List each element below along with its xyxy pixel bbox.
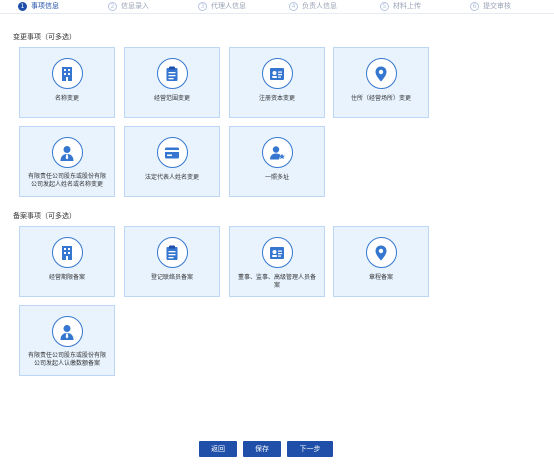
change-option-name[interactable]: 名称变更 bbox=[19, 47, 115, 118]
back-button[interactable]: 返回 bbox=[199, 441, 237, 457]
step-6: 6 提交审核 bbox=[470, 0, 511, 12]
card-label: 注册资本变更 bbox=[258, 95, 295, 102]
clipboard-icon bbox=[156, 58, 188, 89]
card-label: 住所（经营场所）变更 bbox=[350, 95, 411, 102]
step-6-number: 6 bbox=[470, 1, 479, 11]
person-icon bbox=[51, 137, 83, 168]
filing-option-subscription[interactable]: 有限责任公司股东或股份有限公司发起人认缴数额备案 bbox=[19, 305, 115, 376]
change-option-legal-rep-name[interactable]: 法定代表人姓名变更 bbox=[124, 126, 220, 197]
step-2: 2 信息录入 bbox=[108, 0, 149, 12]
filing-option-liaison[interactable]: 登记联络员备案 bbox=[124, 226, 220, 297]
location-pin-icon bbox=[365, 237, 397, 268]
card-icon bbox=[156, 137, 188, 168]
change-section-title: 变更事项（可多选） bbox=[13, 33, 76, 41]
card-label: 一照多址 bbox=[264, 174, 289, 181]
filing-option-articles[interactable]: 章程备案 bbox=[333, 226, 429, 297]
id-card-icon bbox=[261, 58, 293, 89]
user-star-icon bbox=[261, 137, 293, 168]
building-icon bbox=[51, 58, 83, 89]
clipboard-icon bbox=[156, 237, 188, 268]
step-3: 3 代理人信息 bbox=[198, 0, 246, 12]
change-option-business-scope[interactable]: 经营范围变更 bbox=[124, 47, 220, 118]
filing-option-directors[interactable]: 董事、监事、高级管理人员备案 bbox=[229, 226, 325, 297]
step-1-number: 1 bbox=[18, 1, 27, 11]
step-4: 4 负责人信息 bbox=[289, 0, 337, 12]
step-3-number: 3 bbox=[198, 1, 207, 11]
step-5-number: 5 bbox=[380, 1, 389, 11]
change-option-shareholder-name[interactable]: 有限责任公司股东或股份有限公司发起人姓名或名称变更 bbox=[19, 126, 115, 197]
card-label: 经营范围变更 bbox=[153, 95, 190, 102]
save-button[interactable]: 保存 bbox=[243, 441, 281, 457]
step-1: 1 事项信息 bbox=[18, 0, 59, 12]
card-label: 董事、监事、高级管理人员备案 bbox=[237, 274, 316, 289]
change-option-address[interactable]: 住所（经营场所）变更 bbox=[333, 47, 429, 118]
location-pin-icon bbox=[365, 58, 397, 89]
step-5: 5 材料上传 bbox=[380, 0, 421, 12]
step-4-label: 负责人信息 bbox=[302, 2, 337, 10]
step-4-number: 4 bbox=[289, 1, 298, 11]
step-1-label: 事项信息 bbox=[31, 2, 59, 10]
card-label: 章程备案 bbox=[368, 274, 393, 281]
change-option-registered-capital[interactable]: 注册资本变更 bbox=[229, 47, 325, 118]
card-label: 法定代表人姓名变更 bbox=[144, 174, 199, 181]
card-label: 名称变更 bbox=[54, 95, 79, 102]
filing-section-title: 备案事项（可多选） bbox=[13, 212, 76, 220]
card-label: 有限责任公司股东或股份有限公司发起人认缴数额备案 bbox=[27, 352, 106, 367]
step-2-number: 2 bbox=[108, 1, 117, 11]
change-option-multi-address[interactable]: 一照多址 bbox=[229, 126, 325, 197]
step-2-label: 信息录入 bbox=[121, 2, 149, 10]
building-icon bbox=[51, 237, 83, 268]
step-5-label: 材料上传 bbox=[393, 2, 421, 10]
id-card-icon bbox=[261, 237, 293, 268]
next-step-button[interactable]: 下一步 bbox=[287, 441, 333, 457]
step-3-label: 代理人信息 bbox=[211, 2, 246, 10]
person-icon bbox=[51, 316, 83, 347]
filing-option-business-term[interactable]: 经营期限备案 bbox=[19, 226, 115, 297]
step-6-label: 提交审核 bbox=[483, 2, 511, 10]
step-divider bbox=[0, 13, 554, 14]
card-label: 经营期限备案 bbox=[48, 274, 85, 281]
card-label: 登记联络员备案 bbox=[150, 274, 193, 281]
card-label: 有限责任公司股东或股份有限公司发起人姓名或名称变更 bbox=[27, 173, 106, 188]
step-progress-bar: 1 事项信息 2 信息录入 3 代理人信息 4 负责人信息 5 材料上传 6 提… bbox=[0, 0, 554, 12]
